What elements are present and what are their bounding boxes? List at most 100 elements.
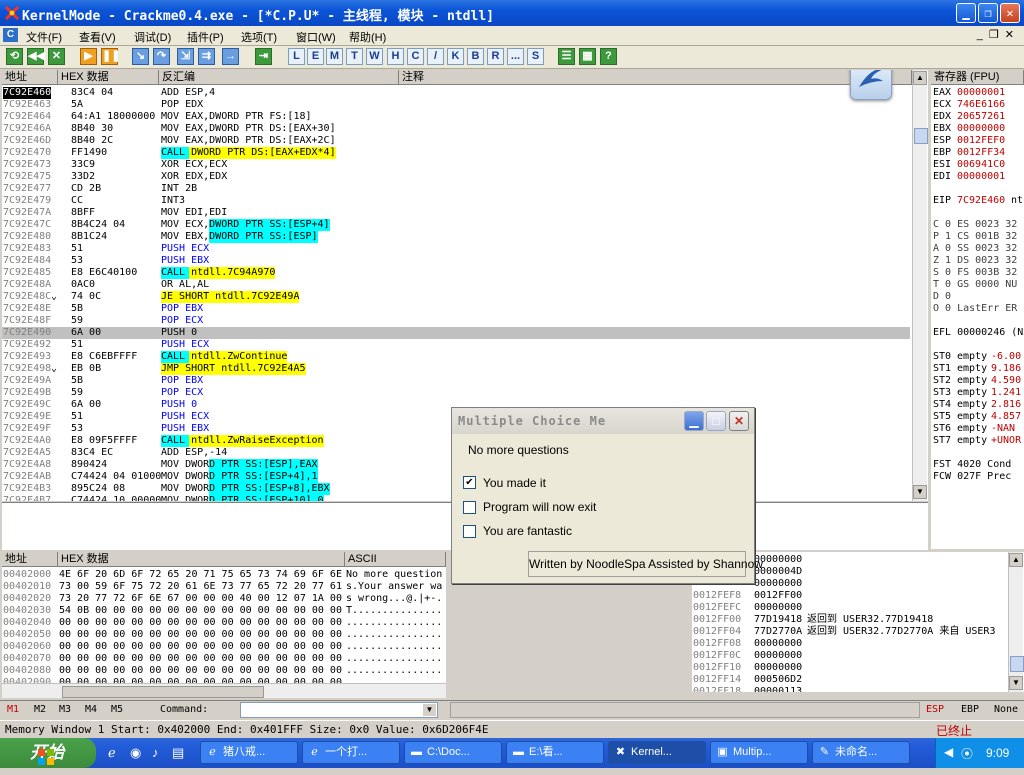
option-label[interactable]: Program will now exit	[483, 500, 596, 514]
list-icon[interactable]: ☰	[558, 48, 575, 65]
restore-button[interactable]: ❐	[978, 3, 998, 23]
toolbar-modules-button[interactable]: E	[307, 48, 324, 65]
disasm-row[interactable]: 7C92E480 8B1C24 MOV EBX,DWORD PTR SS:[ESP]	[2, 231, 910, 243]
disasm-col-address[interactable]: 地址	[2, 70, 58, 85]
quicklaunch-ie-icon[interactable]: ℯ	[108, 745, 116, 761]
disasm-row[interactable]: 7C92E48C ⌄ 74 0C JE SHORT ntdll.7C92E49A	[2, 291, 910, 303]
tray-arrow-icon[interactable]: ◀	[944, 745, 953, 759]
grid-icon[interactable]: ▦	[579, 48, 596, 65]
scroll-down-icon[interactable]: ▼	[913, 485, 927, 499]
menu-debug[interactable]: 调试(D)	[134, 29, 171, 45]
disasm-row[interactable]: 7C92E493 E8 C6EBFFFF CALL ntdll.ZwContinue	[2, 351, 910, 363]
disasm-row[interactable]: 7C92E48F 59 POP ECX	[2, 315, 910, 327]
menu-options[interactable]: 选项(T)	[241, 29, 277, 45]
disasm-row[interactable]: 7C92E46D 8B40 2C MOV EAX,DWORD PTR DS:[EAX…	[2, 135, 910, 147]
toolbar-cpu-button[interactable]: C	[407, 48, 424, 65]
toolbar-patches-button[interactable]: /	[427, 48, 444, 65]
m4-button[interactable]: M4	[85, 704, 97, 715]
menu-window[interactable]: 窗口(W)	[296, 29, 336, 45]
taskbar-task[interactable]: ▣ Multip...	[710, 741, 808, 764]
cpu-window-icon[interactable]: C	[3, 28, 18, 42]
disasm-row[interactable]: 7C92E492 51 PUSH ECX	[2, 339, 910, 351]
trace-over-icon[interactable]: ⇉	[198, 48, 215, 65]
disasm-row[interactable]: 7C92E483 51 PUSH ECX	[2, 243, 910, 255]
disasm-row[interactable]: 7C92E490 6A 00 PUSH 0	[2, 327, 910, 339]
taskbar-task[interactable]: ✖ Kernel...	[608, 741, 706, 764]
close-process-icon[interactable]: ✕	[48, 48, 65, 65]
restart-icon[interactable]: ◀◀	[27, 48, 45, 65]
go-to-icon[interactable]: ⇥	[255, 48, 272, 65]
execute-till-return-icon[interactable]: →	[222, 48, 239, 65]
taskbar-task[interactable]: ▬ C:\Doc...	[404, 741, 502, 764]
scroll-thumb[interactable]	[914, 128, 928, 144]
toolbar-callstack-button[interactable]: K	[447, 48, 464, 65]
dump-hscrollbar[interactable]	[2, 683, 446, 698]
disasm-row[interactable]: 7C92E485 E8 E6C40100 CALL ntdll.7C94A970	[2, 267, 910, 279]
disasm-row[interactable]: 7C92E463 5A POP EDX	[2, 99, 910, 111]
disasm-row[interactable]: 7C92E477 CD 2B INT 2B	[2, 183, 910, 195]
step-into-icon[interactable]: ↘	[132, 48, 149, 65]
disasm-row[interactable]: 7C92E470 FF1490 CALL DWORD PTR DS:[EAX+EDX…	[2, 147, 910, 159]
disasm-row[interactable]: 7C92E498 ⌄ EB 0B JMP SHORT ntdll.7C92E4A5	[2, 363, 910, 375]
m1-button[interactable]: M1	[7, 704, 19, 715]
disasm-row[interactable]: 7C92E48E 5B POP EBX	[2, 303, 910, 315]
command-input[interactable]: ▼	[240, 702, 438, 718]
menu-view[interactable]: 查看(V)	[79, 29, 116, 45]
toolbar-breakpoints-button[interactable]: B	[467, 48, 484, 65]
stack-scroll-down-icon[interactable]: ▼	[1009, 676, 1023, 690]
mdi-controls[interactable]: _❐✕	[977, 28, 1020, 41]
menu-help[interactable]: 帮助(H)	[349, 29, 386, 45]
disasm-row[interactable]: 7C92E475 33D2 XOR EDX,EDX	[2, 171, 910, 183]
credit-button[interactable]: Written by NoodleSpa Assisted by Shannow	[528, 551, 763, 577]
disasm-row[interactable]: 7C92E464 64:A1 18000000 MOV EAX,DWORD PTR …	[2, 111, 910, 123]
ebp-toggle[interactable]: EBP	[961, 704, 979, 715]
disasm-col-asm[interactable]: 反汇编	[159, 70, 399, 85]
dump-hscroll-thumb[interactable]	[62, 686, 264, 698]
step-over-icon[interactable]: ↷	[153, 48, 170, 65]
taskbar-task[interactable]: ℯ 一个打...	[302, 741, 400, 764]
stack-scroll-up-icon[interactable]: ▲	[1009, 553, 1023, 567]
esp-toggle[interactable]: ESP	[926, 704, 944, 715]
toolbar-handles-button[interactable]: H	[387, 48, 404, 65]
stack-scrollbar[interactable]: ▲ ▼	[1008, 552, 1024, 692]
run-icon[interactable]: ▶	[80, 48, 97, 65]
dialog-maximize-button[interactable]: □	[706, 411, 726, 431]
disasm-scrollbar[interactable]: ▲ ▼	[912, 70, 928, 501]
taskbar-task[interactable]: ℯ 猪八戒...	[200, 741, 298, 764]
open-icon[interactable]: ⟲	[6, 48, 23, 65]
floating-app-icon[interactable]	[850, 70, 892, 100]
pause-icon[interactable]: ❚❚	[101, 48, 120, 65]
checkbox-you-made-it[interactable]: ✔	[463, 476, 476, 489]
toolbar-threads-button[interactable]: T	[346, 48, 363, 65]
taskbar-task[interactable]: ✎ 未命名...	[812, 741, 910, 764]
scroll-up-icon[interactable]: ▲	[913, 71, 927, 85]
dump-pane[interactable]: 地址 HEX 数据 ASCII 00402000 4E 6F 20 6D 6F 7…	[2, 552, 446, 698]
quicklaunch-show-desktop-icon[interactable]: ▤	[172, 745, 184, 761]
disasm-row[interactable]: 7C92E46A 8B40 30 MOV EAX,DWORD PTR DS:[EAX…	[2, 123, 910, 135]
toolbar-references-button[interactable]: R	[487, 48, 504, 65]
menu-plugins[interactable]: 插件(P)	[187, 29, 224, 45]
trace-into-icon[interactable]: ⇲	[177, 48, 194, 65]
start-button[interactable]: 开始	[0, 738, 96, 768]
quicklaunch-media-icon[interactable]: ◉	[130, 745, 141, 761]
dump-col-ascii[interactable]: ASCII	[345, 552, 446, 567]
quicklaunch-music-icon[interactable]: ♪	[152, 745, 159, 760]
m5-button[interactable]: M5	[111, 704, 123, 715]
toolbar-source-button[interactable]: S	[527, 48, 544, 65]
toolbar-windows-button[interactable]: W	[366, 48, 383, 65]
toolbar-memory-button[interactable]: M	[326, 48, 343, 65]
stack-scroll-thumb[interactable]	[1010, 656, 1024, 672]
disasm-row[interactable]: 7C92E47A 8BFF MOV EDI,EDI	[2, 207, 910, 219]
toolbar-runtrace-button[interactable]: ...	[507, 48, 524, 65]
disasm-row[interactable]: 7C92E49A 5B POP EBX	[2, 375, 910, 387]
clock[interactable]: 9:09	[986, 746, 1009, 760]
option-label[interactable]: You made it	[483, 476, 546, 490]
toolbar-log-button[interactable]: L	[288, 48, 305, 65]
disasm-row[interactable]: 7C92E48A 0AC0 OR AL,AL	[2, 279, 910, 291]
minimize-button[interactable]: ▁	[956, 3, 976, 23]
registers-pane[interactable]: 寄存器 (FPU) EAX 00000001 ECX 746E6166 EDX 20657…	[931, 70, 1024, 549]
tray-network-icon[interactable]: ⦿	[961, 745, 973, 762]
option-label[interactable]: You are fantastic	[483, 524, 572, 538]
dump-col-address[interactable]: 地址	[2, 552, 58, 567]
disasm-row[interactable]: 7C92E47C 8B4C24 04 MOV ECX,DWORD PTR SS:[E…	[2, 219, 910, 231]
